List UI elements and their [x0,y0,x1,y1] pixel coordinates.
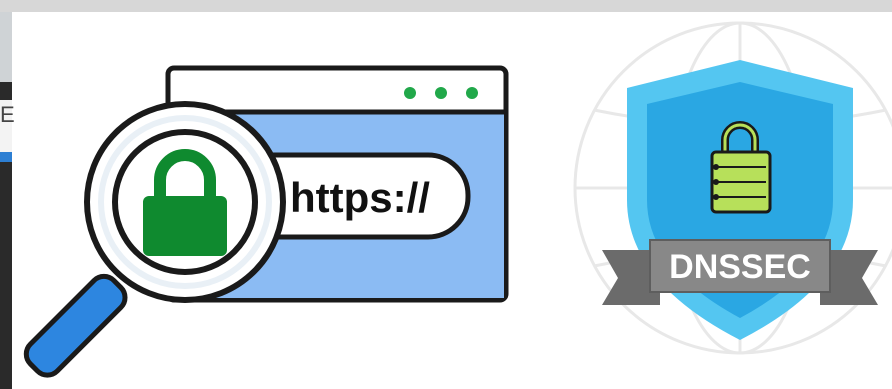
window-dot-icon [435,87,447,99]
window-dot-icon [466,87,478,99]
url-text: https:// [290,174,430,221]
magnifying-glass-icon [23,101,286,378]
window-dot-icon [404,87,416,99]
dnssec-label: DNSSEC [669,248,811,286]
dnssec-badge: DNSSEC [573,21,892,355]
security-illustration: https:// DNSSEC [23,21,892,378]
